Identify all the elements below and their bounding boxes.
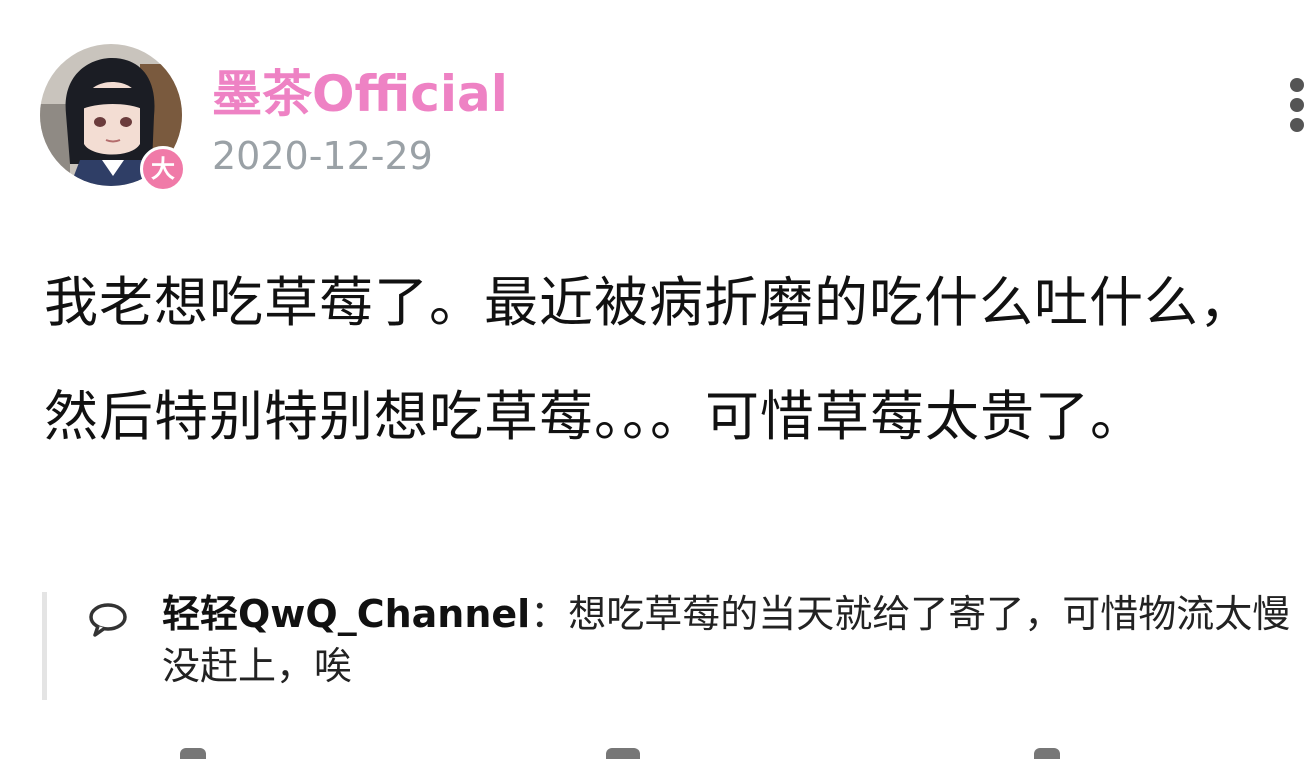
post-card: 大 墨茶Official 2020-12-29 我老想吃草莓了。最近被病折磨的吃… — [0, 0, 1316, 759]
like-icon[interactable] — [1034, 748, 1060, 759]
post-date: 2020-12-29 — [212, 134, 433, 178]
comment-text: 轻轻QwQ_Channel：想吃草莓的当天就给了寄了，可惜物流太慢没赶上，唉 — [162, 588, 1312, 692]
post-text: 我老想吃草莓了。最近被病折磨的吃什么吐什么，然后特别特别想吃草莓。。。可惜草莓太… — [44, 271, 1254, 448]
comment-separator: ： — [530, 592, 569, 636]
comment-bubble-icon — [86, 600, 130, 640]
more-vertical-icon[interactable] — [1282, 78, 1312, 132]
comment-author[interactable]: 轻轻QwQ_Channel — [162, 592, 530, 636]
author-name[interactable]: 墨茶Official — [212, 54, 508, 126]
comment-preview[interactable]: 轻轻QwQ_Channel：想吃草莓的当天就给了寄了，可惜物流太慢没赶上，唉 — [42, 592, 1312, 700]
comment-icon[interactable] — [606, 748, 640, 759]
share-icon[interactable] — [180, 748, 206, 759]
quote-bar — [42, 592, 47, 700]
vip-badge: 大 — [140, 146, 186, 192]
action-bar — [0, 744, 1316, 759]
